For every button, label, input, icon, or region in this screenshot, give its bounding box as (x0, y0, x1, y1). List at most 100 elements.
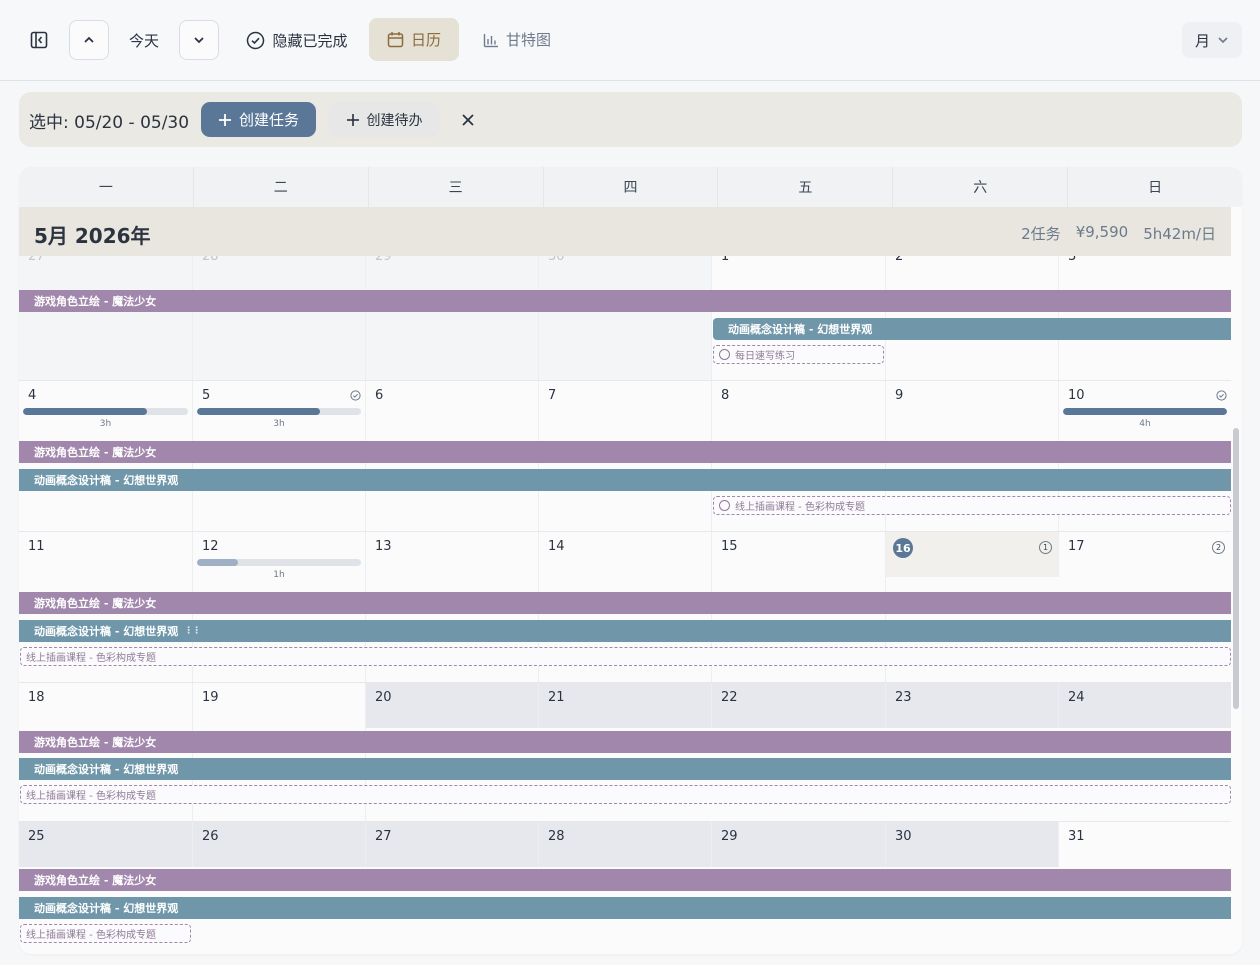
gantt-view-label: 甘特图 (505, 31, 551, 49)
item-count-badge: 2 (1212, 541, 1225, 554)
week-row: 4 3h 5 3h 6 7 8 9 10 4h 游戏角色立绘 - 魔法少女 动画… (19, 381, 1231, 532)
day-cell-selected[interactable]: 22 (712, 683, 886, 728)
day-number: 29 (375, 256, 392, 264)
chevron-up-icon (84, 36, 94, 43)
drag-handle-icon[interactable]: ⋮⋮ (184, 626, 201, 636)
day-cell-selected[interactable]: 28 (539, 822, 712, 867)
task-bar[interactable]: 动画概念设计稿 - 幻想世界观 (19, 758, 1231, 780)
day-number: 13 (375, 539, 392, 554)
check-circle-icon (247, 31, 265, 49)
day-number: 20 (375, 690, 392, 705)
weekday-thu: 四 (544, 167, 719, 207)
hide-completed-label: 隐藏已完成 (272, 31, 348, 50)
weekday-fri: 五 (718, 167, 894, 207)
prev-period-button[interactable] (69, 20, 109, 60)
day-number: 30 (548, 256, 565, 264)
todo-checkbox[interactable] (719, 349, 730, 360)
day-number: 31 (1068, 829, 1085, 844)
day-cell-selected[interactable]: 29 (712, 822, 886, 867)
scrollbar-thumb[interactable] (1233, 428, 1239, 709)
day-cell-selected[interactable]: 27 (366, 822, 539, 867)
day-number: 22 (721, 690, 738, 705)
weekday-sun: 日 (1148, 180, 1163, 196)
chevron-down-icon (1218, 37, 1228, 44)
task-bar[interactable]: 动画概念设计稿 - 幻想世界观 (19, 897, 1231, 919)
next-period-button[interactable] (179, 20, 219, 60)
task-bar[interactable]: 动画概念设计稿 - 幻想世界观 ⋮⋮ (19, 620, 1231, 642)
task-bar-label: 动画概念设计稿 - 幻想世界观 (34, 625, 179, 638)
day-cell-today[interactable]: 16 1 (886, 532, 1059, 577)
workload-label: 4h (1139, 419, 1151, 429)
calendar-view-tab[interactable]: 日历 (369, 18, 459, 61)
item-count-badge: 1 (1039, 541, 1052, 554)
day-cell-selected[interactable]: 30 (886, 822, 1059, 867)
day-number: 8 (721, 388, 730, 403)
task-bar[interactable]: 游戏角色立绘 - 魔法少女 (19, 441, 1231, 463)
weekday-sat: 六 (893, 167, 1069, 207)
day-cell-selected[interactable]: 24 (1059, 683, 1231, 728)
day-number: 5 (202, 388, 211, 403)
day-cell-selected[interactable]: 26 (193, 822, 366, 867)
day-number: 14 (548, 539, 565, 554)
daily-time: 5h42m/日 (1143, 225, 1216, 243)
create-todo-button[interactable]: 创建待办 (328, 102, 440, 137)
day-number: 1 (721, 256, 730, 264)
today-button[interactable]: 今天 (122, 20, 166, 60)
gantt-view-tab[interactable]: 甘特图 (474, 18, 560, 61)
day-cell-selected[interactable]: 25 (19, 822, 193, 867)
sidebar-collapse-icon (30, 31, 48, 49)
calendar-scrollbar[interactable] (1233, 207, 1239, 954)
todo-item[interactable]: 每日速写练习 (713, 345, 884, 364)
day-number: 7 (548, 388, 557, 403)
todo-label: 线上插画课程 - 色彩构成专题 (26, 653, 156, 664)
workload-bar (197, 559, 361, 566)
weekday-mon: 一 (19, 167, 194, 207)
day-number: 12 (202, 539, 219, 554)
day-cell[interactable]: 27 (19, 256, 193, 380)
plus-icon (218, 113, 231, 126)
task-bar[interactable]: 动画概念设计稿 - 幻想世界观 (713, 318, 1231, 340)
day-cell[interactable]: 29 (366, 256, 539, 380)
todo-item[interactable]: 线上插画课程 - 色彩构成专题 (20, 924, 191, 943)
week-row: 11 12 1h 13 14 15 16 1 17 2 游戏角色立绘 - 魔法少… (19, 532, 1231, 683)
month-title: 5月 2026年 (34, 224, 151, 248)
calendar-body: 27 28 29 30 1 2 3 游戏角色立绘 - 魔法少女 动画概念设计稿 … (19, 256, 1231, 954)
calendar-view-label: 日历 (410, 31, 441, 49)
day-number: 17 (1068, 539, 1085, 554)
view-mode-select[interactable]: 月 (1182, 22, 1242, 58)
task-bar[interactable]: 游戏角色立绘 - 魔法少女 (19, 869, 1231, 891)
todo-item[interactable]: 线上插画课程 - 色彩构成专题 (713, 496, 1231, 515)
day-number: 28 (548, 829, 565, 844)
weekday-header: 一 二 三 四 五 六 日 (19, 167, 1242, 207)
day-cell-selected[interactable]: 20 (366, 683, 539, 728)
clear-selection-button[interactable] (457, 109, 479, 131)
todo-checkbox[interactable] (719, 500, 730, 511)
day-number: 15 (721, 539, 738, 554)
bar-chart-icon (483, 33, 498, 47)
todo-item[interactable]: 线上插画课程 - 色彩构成专题 (20, 647, 1231, 666)
task-bar[interactable]: 游戏角色立绘 - 魔法少女 (19, 290, 1231, 312)
todo-label: 每日速写练习 (735, 351, 795, 362)
calendar-icon (387, 32, 404, 48)
todo-label: 线上插画课程 - 色彩构成专题 (735, 502, 865, 513)
day-cell[interactable]: 28 (193, 256, 366, 380)
create-task-button[interactable]: 创建任务 (201, 102, 316, 137)
hide-completed-toggle[interactable]: 隐藏已完成 (240, 20, 354, 60)
day-cell-selected[interactable]: 23 (886, 683, 1059, 728)
day-cell-selected[interactable]: 21 (539, 683, 712, 728)
sidebar-toggle-button[interactable] (19, 20, 59, 60)
task-bar[interactable]: 动画概念设计稿 - 幻想世界观 (19, 469, 1231, 491)
day-number: 11 (28, 539, 45, 554)
workload-label: 3h (99, 419, 112, 429)
todo-item[interactable]: 线上插画课程 - 色彩构成专题 (20, 785, 1231, 804)
workload-fill (1063, 408, 1227, 415)
task-bar[interactable]: 游戏角色立绘 - 魔法少女 (19, 731, 1231, 753)
month-header: 5月 2026年 2任务 ¥9,590 5h42m/日 (19, 207, 1231, 256)
day-number: 18 (28, 690, 45, 705)
task-bar[interactable]: 游戏角色立绘 - 魔法少女 (19, 592, 1231, 614)
day-cell[interactable]: 30 (539, 256, 712, 380)
week-row: 18 19 20 21 22 23 24 游戏角色立绘 - 魔法少女 动画概念设… (19, 683, 1231, 822)
month-stats: 2任务 ¥9,590 5h42m/日 (1021, 223, 1216, 244)
day-number: 21 (548, 690, 565, 705)
todo-label: 线上插画课程 - 色彩构成专题 (26, 930, 156, 941)
